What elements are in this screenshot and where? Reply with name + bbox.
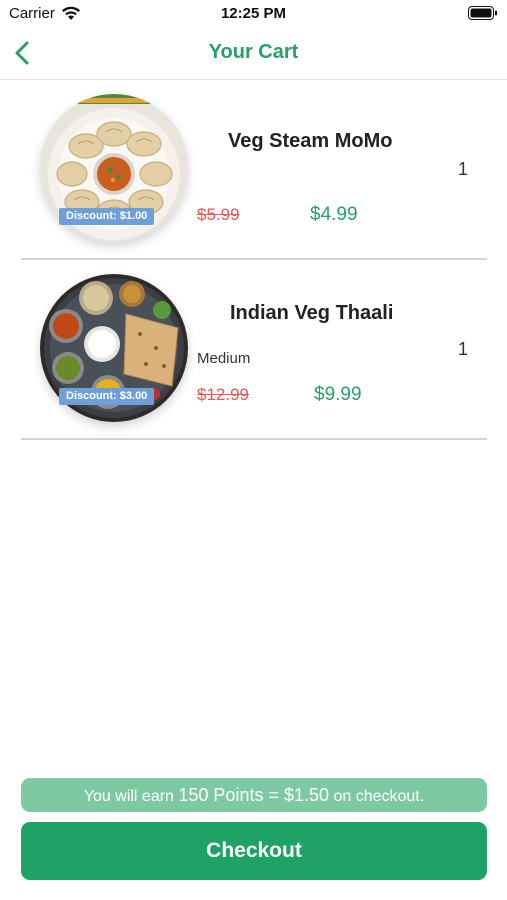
discount-badge: Discount: $3.00 xyxy=(59,388,155,405)
item-variant: Medium xyxy=(197,350,251,367)
item-name: Veg Steam MoMo xyxy=(228,130,393,152)
points-banner: You will earn 150 Points = $1.50 on chec… xyxy=(21,778,487,812)
item-price: $9.99 xyxy=(314,384,362,405)
points-suffix: on checkout. xyxy=(329,788,425,805)
item-name: Indian Veg Thaali xyxy=(230,302,394,324)
status-bar: Carrier 12:25 PM xyxy=(0,0,507,28)
item-original-price: $12.99 xyxy=(197,385,249,404)
item-original-price: $5.99 xyxy=(197,205,240,224)
checkout-button[interactable]: Checkout xyxy=(21,822,487,880)
status-time: 12:25 PM xyxy=(220,5,287,22)
battery-icon xyxy=(468,6,497,20)
item-price: $4.99 xyxy=(310,204,358,225)
item-quantity: 1 xyxy=(458,339,469,359)
points-prefix: You will earn xyxy=(83,788,179,805)
nav-bar: Your Cart xyxy=(0,28,507,80)
points-value: 150 Points = $1.50 xyxy=(178,785,330,805)
page-title: Your Cart xyxy=(208,41,299,63)
item-quantity: 1 xyxy=(458,159,469,179)
discount-badge: Discount: $1.00 xyxy=(59,208,155,225)
cart-item[interactable]: Discount: $1.00 Veg Steam MoMo 1 $5.99 $… xyxy=(21,80,487,260)
cart-item[interactable]: Discount: $3.00 Indian Veg Thaali Medium… xyxy=(21,260,487,440)
